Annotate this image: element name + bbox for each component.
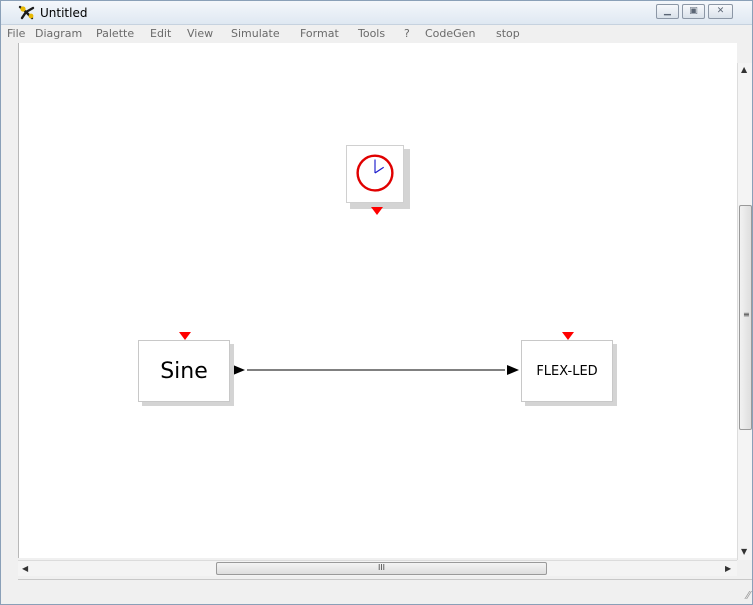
flexled-block-label: FLEX-LED [536,363,598,379]
flexled-event-input-port[interactable] [562,332,574,340]
resize-grip-icon[interactable]: ⁄⁄ [746,589,750,602]
vertical-grip-icon: ≡ [743,310,750,319]
menu-view[interactable]: View [187,27,213,40]
minimize-button[interactable]: ▁ [656,4,679,19]
menu-stop[interactable]: stop [496,27,520,40]
menu-bar: File Diagram Palette Edit View Simulate … [1,25,752,43]
horizontal-grip-icon: III [377,563,386,572]
menu-diagram[interactable]: Diagram [35,27,82,40]
vertical-scrollbar[interactable]: ▲ ≡ ▼ [737,63,752,560]
sine-event-input-port[interactable] [179,332,191,340]
menu-palette[interactable]: Palette [96,27,134,40]
sine-block[interactable]: Sine [138,340,230,402]
diagram-canvas[interactable]: Sine FLEX-LED [18,43,737,558]
vertical-scroll-thumb[interactable]: ≡ [739,205,752,430]
menu-format[interactable]: Format [300,27,339,40]
flexled-input-port[interactable] [507,365,519,375]
scroll-left-arrow-icon[interactable]: ◀ [22,564,28,573]
flexled-block[interactable]: FLEX-LED [521,340,613,402]
scroll-right-arrow-icon[interactable]: ▶ [725,564,731,573]
sine-output-port[interactable] [233,365,245,375]
menu-simulate[interactable]: Simulate [231,27,280,40]
clock-output-event-port[interactable] [371,207,383,215]
minimize-icon: ▁ [664,6,671,16]
menu-edit[interactable]: Edit [150,27,171,40]
scroll-up-arrow-icon[interactable]: ▲ [741,65,747,74]
app-window: Untitled ▁ ▣ ✕ File Diagram Palette Edit… [0,0,753,605]
window-title: Untitled [40,6,88,20]
menu-codegen[interactable]: CodeGen [425,27,475,40]
maximize-button[interactable]: ▣ [682,4,705,19]
title-bar[interactable]: Untitled ▁ ▣ ✕ [1,1,752,25]
scilab-app-icon [18,5,35,20]
clock-block[interactable] [346,145,404,203]
maximize-icon: ▣ [689,6,698,16]
menu-help[interactable]: ? [404,27,410,40]
clock-icon [356,154,394,192]
horizontal-scrollbar[interactable]: ◀ III ▶ [18,560,737,576]
close-button[interactable]: ✕ [708,4,733,19]
horizontal-scroll-thumb[interactable]: III [216,562,547,575]
link-layer [233,365,519,375]
close-icon: ✕ [716,6,725,16]
menu-tools[interactable]: Tools [358,27,385,40]
sine-block-label: Sine [160,358,208,384]
status-bar: ⁄⁄ [18,579,752,604]
menu-file[interactable]: File [7,27,25,40]
scroll-down-arrow-icon[interactable]: ▼ [741,547,747,556]
